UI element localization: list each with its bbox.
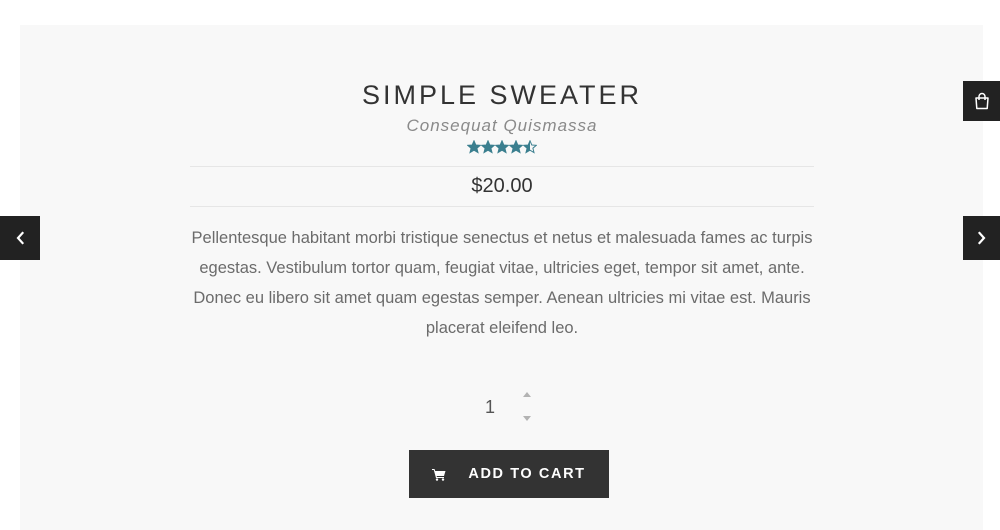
product-price: $20.00	[471, 175, 533, 197]
product-description: Pellentesque habitant morbi tristique se…	[191, 229, 813, 337]
rating-stars	[190, 140, 814, 158]
product-title: SIMPLE SWEATER	[361, 80, 643, 110]
cart-icon	[432, 468, 446, 481]
quantity-input[interactable]	[470, 395, 510, 419]
shopping-bag-icon	[974, 92, 989, 110]
quantity-stepper[interactable]	[470, 385, 540, 430]
star-icon	[481, 140, 495, 154]
next-product-button[interactable]	[963, 216, 1000, 260]
product-subtitle: Consequat Quismassa	[406, 116, 598, 135]
add-to-cart-button[interactable]: ADD TO CART	[409, 450, 609, 498]
star-icon	[523, 140, 537, 154]
star-icon	[495, 140, 509, 154]
previous-product-button[interactable]	[0, 216, 40, 260]
chevron-left-icon	[16, 231, 25, 245]
add-to-cart-label: ADD TO CART	[468, 466, 586, 482]
star-icon	[509, 140, 523, 154]
star-icon	[467, 140, 481, 154]
divider-bottom	[190, 206, 814, 207]
chevron-right-icon	[977, 231, 985, 245]
shopping-bag-button[interactable]	[963, 81, 1000, 121]
quantity-decrease-icon[interactable]	[520, 413, 534, 425]
quantity-increase-icon[interactable]	[520, 388, 534, 400]
divider-top	[190, 166, 814, 167]
